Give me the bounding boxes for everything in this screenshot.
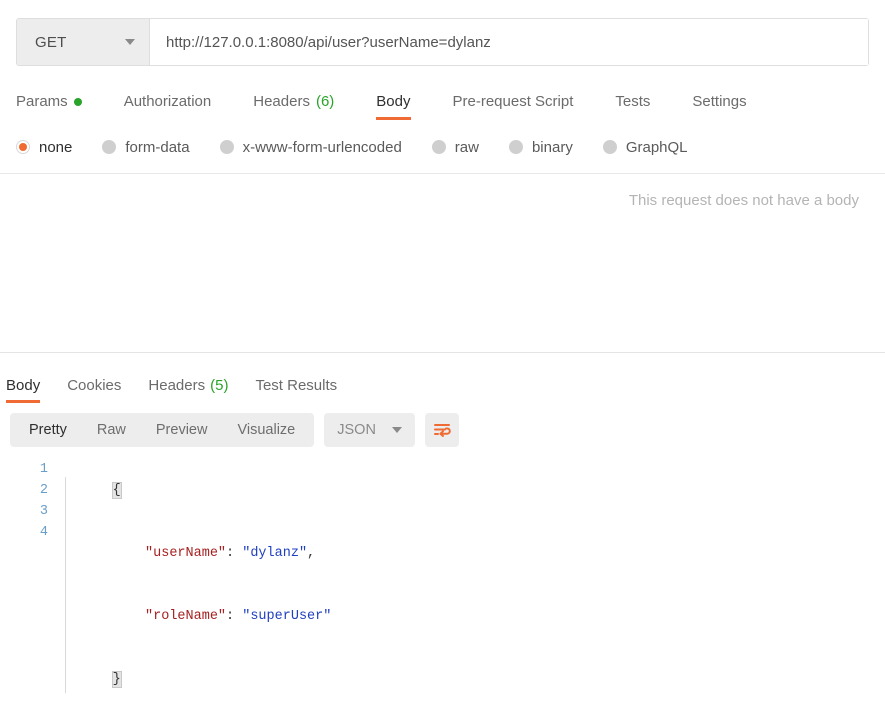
- body-type-form-data[interactable]: form-data: [102, 138, 190, 156]
- radio-unselected-icon: [431, 140, 446, 154]
- request-tab-body-label: Body: [376, 93, 411, 110]
- line-number: 3: [39, 504, 48, 519]
- radio-unselected-icon: [102, 140, 117, 154]
- line-number: 4: [39, 525, 48, 540]
- radio-selected-icon: [16, 140, 30, 154]
- request-headers-count-badge: (6): [315, 93, 335, 110]
- request-tab-headers[interactable]: Headers (6): [253, 93, 334, 120]
- word-wrap-icon: [433, 424, 451, 437]
- request-tab-tests[interactable]: Tests: [615, 93, 650, 120]
- code-line-2: "userName": "dylanz",: [64, 522, 885, 585]
- body-type-x-www-form-urlencoded[interactable]: x-www-form-urlencoded: [219, 138, 402, 156]
- body-type-binary-label: binary: [531, 138, 573, 156]
- json-comma: ,: [307, 546, 316, 561]
- code-line-4: }: [64, 648, 885, 711]
- body-type-none[interactable]: none: [16, 139, 72, 156]
- response-view-toolbar: Pretty Raw Preview Visualize JSON: [0, 403, 885, 447]
- request-tab-tests-label: Tests: [615, 93, 651, 110]
- http-method-label: GET: [35, 33, 67, 51]
- body-type-raw-label: raw: [454, 138, 479, 156]
- json-code-body[interactable]: { "userName": "dylanz", "roleName": "sup…: [60, 459, 885, 711]
- body-type-none-label: none: [39, 138, 73, 156]
- request-url-bar: GET http://127.0.0.1:8080/api/user?userN…: [16, 18, 869, 66]
- view-mode-raw[interactable]: Raw: [82, 416, 141, 444]
- request-response-splitter[interactable]: [0, 352, 885, 353]
- response-code-viewer[interactable]: 1 2 3 4 { "userName": "dylanz", "roleNam…: [0, 459, 885, 711]
- chevron-down-icon: [391, 427, 402, 433]
- json-key: "roleName": [145, 609, 227, 624]
- json-close-brace: }: [111, 671, 122, 688]
- response-language-select[interactable]: JSON: [324, 413, 415, 447]
- response-tab-test-results[interactable]: Test Results: [255, 377, 337, 403]
- request-tab-settings-label: Settings: [692, 93, 747, 110]
- view-mode-pretty-label: Pretty: [29, 422, 67, 438]
- body-type-form-data-label: form-data: [125, 138, 190, 156]
- view-mode-visualize[interactable]: Visualize: [222, 416, 310, 444]
- params-active-dot-icon: [73, 97, 82, 106]
- json-open-brace: {: [111, 482, 122, 499]
- request-tab-params-label: Params: [16, 93, 68, 110]
- json-colon: :: [226, 546, 243, 561]
- response-language-label: JSON: [337, 422, 376, 438]
- code-line-1: {: [64, 459, 885, 522]
- response-view-mode-group: Pretty Raw Preview Visualize: [10, 413, 315, 447]
- chevron-down-icon: [125, 39, 135, 45]
- view-mode-visualize-label: Visualize: [237, 422, 296, 438]
- response-tab-cookies-label: Cookies: [67, 377, 122, 394]
- view-mode-preview-label: Preview: [155, 422, 208, 438]
- http-method-select[interactable]: GET: [17, 19, 150, 65]
- line-number: 2: [39, 483, 48, 498]
- json-colon: :: [226, 609, 243, 624]
- view-mode-raw-label: Raw: [96, 422, 126, 438]
- json-string-value: "superUser": [242, 609, 332, 624]
- response-tab-body-label: Body: [6, 377, 41, 394]
- request-tab-headers-label: Headers: [253, 93, 310, 110]
- json-key: "userName": [145, 546, 227, 561]
- radio-unselected-icon: [602, 140, 617, 154]
- body-type-radio-group: none form-data x-www-form-urlencoded raw…: [16, 134, 869, 160]
- word-wrap-toggle-button[interactable]: [424, 413, 459, 447]
- request-tab-body[interactable]: Body: [376, 93, 411, 120]
- response-tab-headers[interactable]: Headers (5): [148, 377, 228, 403]
- body-type-x-www-form-urlencoded-label: x-www-form-urlencoded: [242, 138, 402, 156]
- request-body-empty-area: This request does not have a body: [0, 174, 885, 352]
- view-mode-preview[interactable]: Preview: [141, 416, 223, 444]
- response-tab-test-results-label: Test Results: [255, 377, 338, 394]
- request-tab-authorization[interactable]: Authorization: [124, 93, 212, 120]
- request-url-input[interactable]: http://127.0.0.1:8080/api/user?userName=…: [150, 19, 868, 65]
- request-tab-pre-request-script[interactable]: Pre-request Script: [453, 93, 574, 120]
- line-number-gutter: 1 2 3 4: [0, 459, 60, 711]
- code-line-3: "roleName": "superUser": [64, 585, 885, 648]
- empty-body-message: This request does not have a body: [628, 192, 859, 209]
- response-tab-cookies[interactable]: Cookies: [67, 377, 121, 403]
- response-tab-bar: Body Cookies Headers (5) Test Results: [0, 365, 885, 403]
- request-tab-authorization-label: Authorization: [123, 93, 212, 110]
- view-mode-pretty[interactable]: Pretty: [14, 416, 82, 444]
- body-type-graphql[interactable]: GraphQL: [602, 138, 688, 156]
- body-type-binary[interactable]: binary: [508, 138, 573, 156]
- response-headers-count-badge: (5): [210, 377, 229, 394]
- body-type-raw[interactable]: raw: [431, 138, 479, 156]
- request-tab-pre-request-script-label: Pre-request Script: [452, 93, 574, 110]
- radio-unselected-icon: [219, 140, 234, 154]
- response-tab-body[interactable]: Body: [6, 377, 41, 403]
- line-number: 1: [39, 462, 48, 477]
- request-tab-params[interactable]: Params: [16, 93, 82, 120]
- request-tab-settings[interactable]: Settings: [692, 93, 746, 120]
- radio-unselected-icon: [508, 140, 523, 154]
- body-type-graphql-label: GraphQL: [625, 138, 688, 156]
- json-string-value: "dylanz": [242, 546, 308, 561]
- request-tab-bar: Params Authorization Headers (6) Body Pr…: [16, 82, 869, 120]
- response-tab-headers-label: Headers: [148, 377, 206, 394]
